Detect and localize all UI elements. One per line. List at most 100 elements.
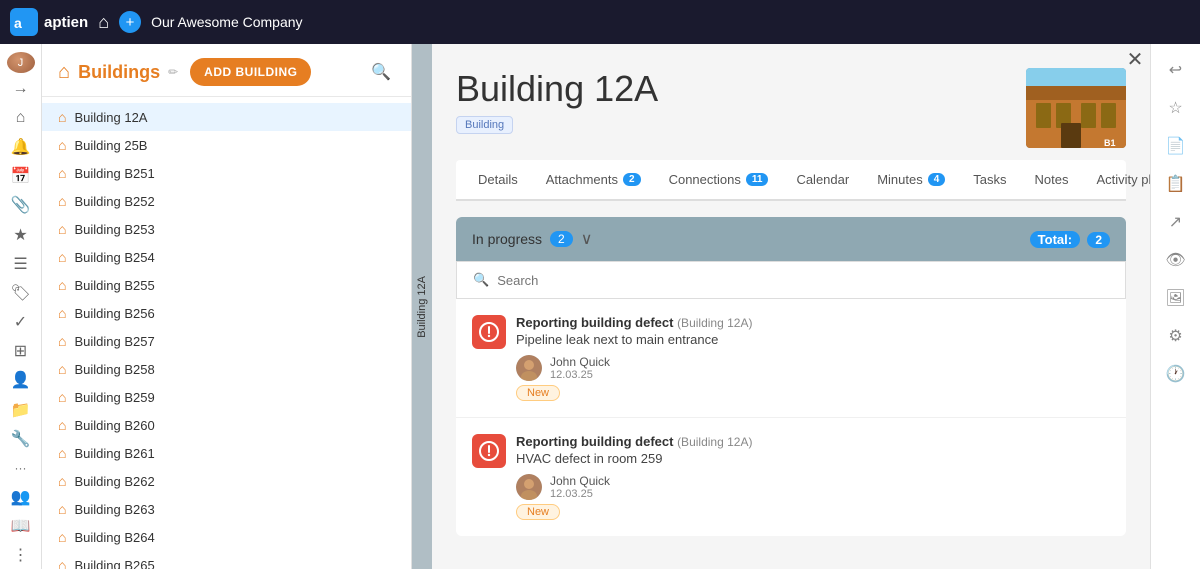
edit-icon[interactable]: ✏	[168, 65, 178, 79]
building-name: Building B257	[74, 334, 154, 349]
chevron-down-icon[interactable]: ∨	[581, 229, 593, 249]
book-icon[interactable]: 📖	[3, 513, 39, 540]
building-side-tab[interactable]: Building 12A	[412, 44, 432, 569]
tab-calendar[interactable]: Calendar	[782, 160, 863, 201]
task-card: Reporting building defect (Building 12A)…	[456, 299, 1126, 418]
doc-icon[interactable]: 📄	[1158, 128, 1194, 164]
task-title: Reporting building defect	[516, 434, 673, 449]
task-title-line: Reporting building defect (Building 12A)	[516, 434, 752, 449]
list-item[interactable]: ⌂ Building B256	[42, 299, 411, 327]
building-name: Building B259	[74, 390, 154, 405]
tab-activity-plans[interactable]: Activity plans 3	[1083, 160, 1151, 201]
list-item[interactable]: ⌂ Building 12A	[42, 103, 411, 131]
close-button[interactable]: ✕	[1120, 44, 1150, 74]
search-buildings-icon[interactable]: 🔍	[367, 58, 395, 86]
list-item[interactable]: ⌂ Building B265	[42, 551, 411, 569]
dots-icon[interactable]: ···	[3, 454, 39, 481]
tag-icon[interactable]: 🏷	[3, 279, 39, 306]
search-input[interactable]	[497, 273, 1109, 288]
building-name: Building B252	[74, 194, 154, 209]
clip-icon[interactable]: 📎	[3, 192, 39, 219]
list-item[interactable]: ⌂ Building B258	[42, 355, 411, 383]
person-icon[interactable]: 👤	[3, 367, 39, 394]
doc2-icon[interactable]: 📋	[1158, 166, 1194, 202]
list-item[interactable]: ⌂ Building B252	[42, 187, 411, 215]
buildings-panel: ⌂ Buildings ✏ ADD BUILDING 🔍 ⌂ Building …	[42, 44, 412, 569]
task-date: 12.03.25	[550, 369, 610, 381]
tab-notes[interactable]: Notes	[1021, 160, 1083, 201]
bookmark-icon[interactable]: ☆	[1158, 90, 1194, 126]
tab-details[interactable]: Details	[464, 160, 532, 201]
grid-icon[interactable]: ⊞	[3, 338, 39, 365]
top-navigation: a aptien ⌂ + Our Awesome Company	[0, 0, 1200, 44]
list-item[interactable]: ⌂ Building B251	[42, 159, 411, 187]
home-nav-icon[interactable]: ⌂	[3, 104, 39, 131]
building-name: Building B262	[74, 474, 154, 489]
tab-tasks[interactable]: Tasks	[959, 160, 1020, 201]
more-dots-icon[interactable]: ⋮	[3, 542, 39, 569]
left-sidebar: J → ⌂ 🔔 📅 📎 ★ ☰ 🏷 ✓ ⊞ 👤 📁 🔧 ··· 👥 📖 ⋮	[0, 44, 42, 569]
add-building-button[interactable]: ADD BUILDING	[190, 58, 311, 86]
list-icon[interactable]: ☰	[3, 250, 39, 277]
task-card-header: Reporting building defect (Building 12A)…	[472, 434, 1110, 520]
task-title-line: Reporting building defect (Building 12A)	[516, 315, 752, 330]
user-avatar[interactable]: J	[7, 52, 35, 73]
task-type-icon	[472, 434, 506, 468]
tools-icon[interactable]: 🔧	[3, 425, 39, 452]
house-icon: ⌂	[58, 473, 66, 489]
list-item[interactable]: ⌂ Building B261	[42, 439, 411, 467]
content-header: Building 12A Building B1	[456, 68, 1126, 148]
section-title: In progress	[472, 231, 542, 247]
tab-connections[interactable]: Connections 11	[655, 160, 783, 201]
list-item[interactable]: ⌂ Building B263	[42, 495, 411, 523]
folder-icon[interactable]: 📁	[3, 396, 39, 423]
list-item[interactable]: ⌂ Building B260	[42, 411, 411, 439]
list-item[interactable]: ⌂ Building B262	[42, 467, 411, 495]
app-logo[interactable]: a aptien	[10, 8, 88, 36]
list-item[interactable]: ⌂ Building B259	[42, 383, 411, 411]
task-title: Reporting building defect	[516, 315, 673, 330]
section-total: Total: 2	[1030, 232, 1110, 247]
total-value: 2	[1087, 232, 1110, 248]
list-item[interactable]: ⌂ Building B257	[42, 327, 411, 355]
side-tab-label: Building 12A	[416, 268, 428, 346]
calendar-icon[interactable]: 📅	[3, 163, 39, 190]
minutes-badge: 4	[928, 173, 946, 186]
house-icon: ⌂	[58, 557, 66, 569]
settings-icon[interactable]: ⚙	[1158, 318, 1194, 354]
share-icon[interactable]: ↗	[1158, 204, 1194, 240]
building-name: Building B263	[74, 502, 154, 517]
list-item[interactable]: ⌂ Building 25B	[42, 131, 411, 159]
home-top-icon[interactable]: ⌂	[98, 12, 109, 33]
task-user-name: John Quick	[550, 355, 610, 369]
forward-icon[interactable]: →	[3, 75, 39, 102]
company-name: Our Awesome Company	[151, 14, 302, 30]
clock-icon[interactable]: 🕐	[1158, 356, 1194, 392]
star-icon[interactable]: ★	[3, 221, 39, 248]
add-top-icon[interactable]: +	[119, 11, 141, 33]
building-name: Building 25B	[74, 138, 147, 153]
building-name: Building B254	[74, 250, 154, 265]
eye-icon[interactable]: 👁	[1158, 242, 1194, 278]
people-icon[interactable]: 👥	[3, 484, 39, 511]
check-icon[interactable]: ✓	[3, 309, 39, 336]
list-item[interactable]: ⌂ Building B254	[42, 243, 411, 271]
tasks-container: Reporting building defect (Building 12A)…	[456, 299, 1126, 536]
thumbnail-image: B1	[1026, 68, 1126, 148]
building-name: Building B260	[74, 418, 154, 433]
image-icon[interactable]: 🖼	[1158, 280, 1194, 316]
list-item[interactable]: ⌂ Building B253	[42, 215, 411, 243]
list-item[interactable]: ⌂ Building B264	[42, 523, 411, 551]
tab-minutes[interactable]: Minutes 4	[863, 160, 959, 201]
bell-icon[interactable]: 🔔	[3, 133, 39, 160]
attachments-badge: 2	[623, 173, 641, 186]
building-name: Building B261	[74, 446, 154, 461]
tab-attachments[interactable]: Attachments 2	[532, 160, 655, 201]
task-type-icon	[472, 315, 506, 349]
task-context: (Building 12A)	[677, 316, 752, 330]
list-item[interactable]: ⌂ Building B255	[42, 271, 411, 299]
reply-icon[interactable]: ↩	[1158, 52, 1194, 88]
task-description: Pipeline leak next to main entrance	[516, 332, 752, 347]
building-name: Building B256	[74, 306, 154, 321]
house-icon: ⌂	[58, 249, 66, 265]
